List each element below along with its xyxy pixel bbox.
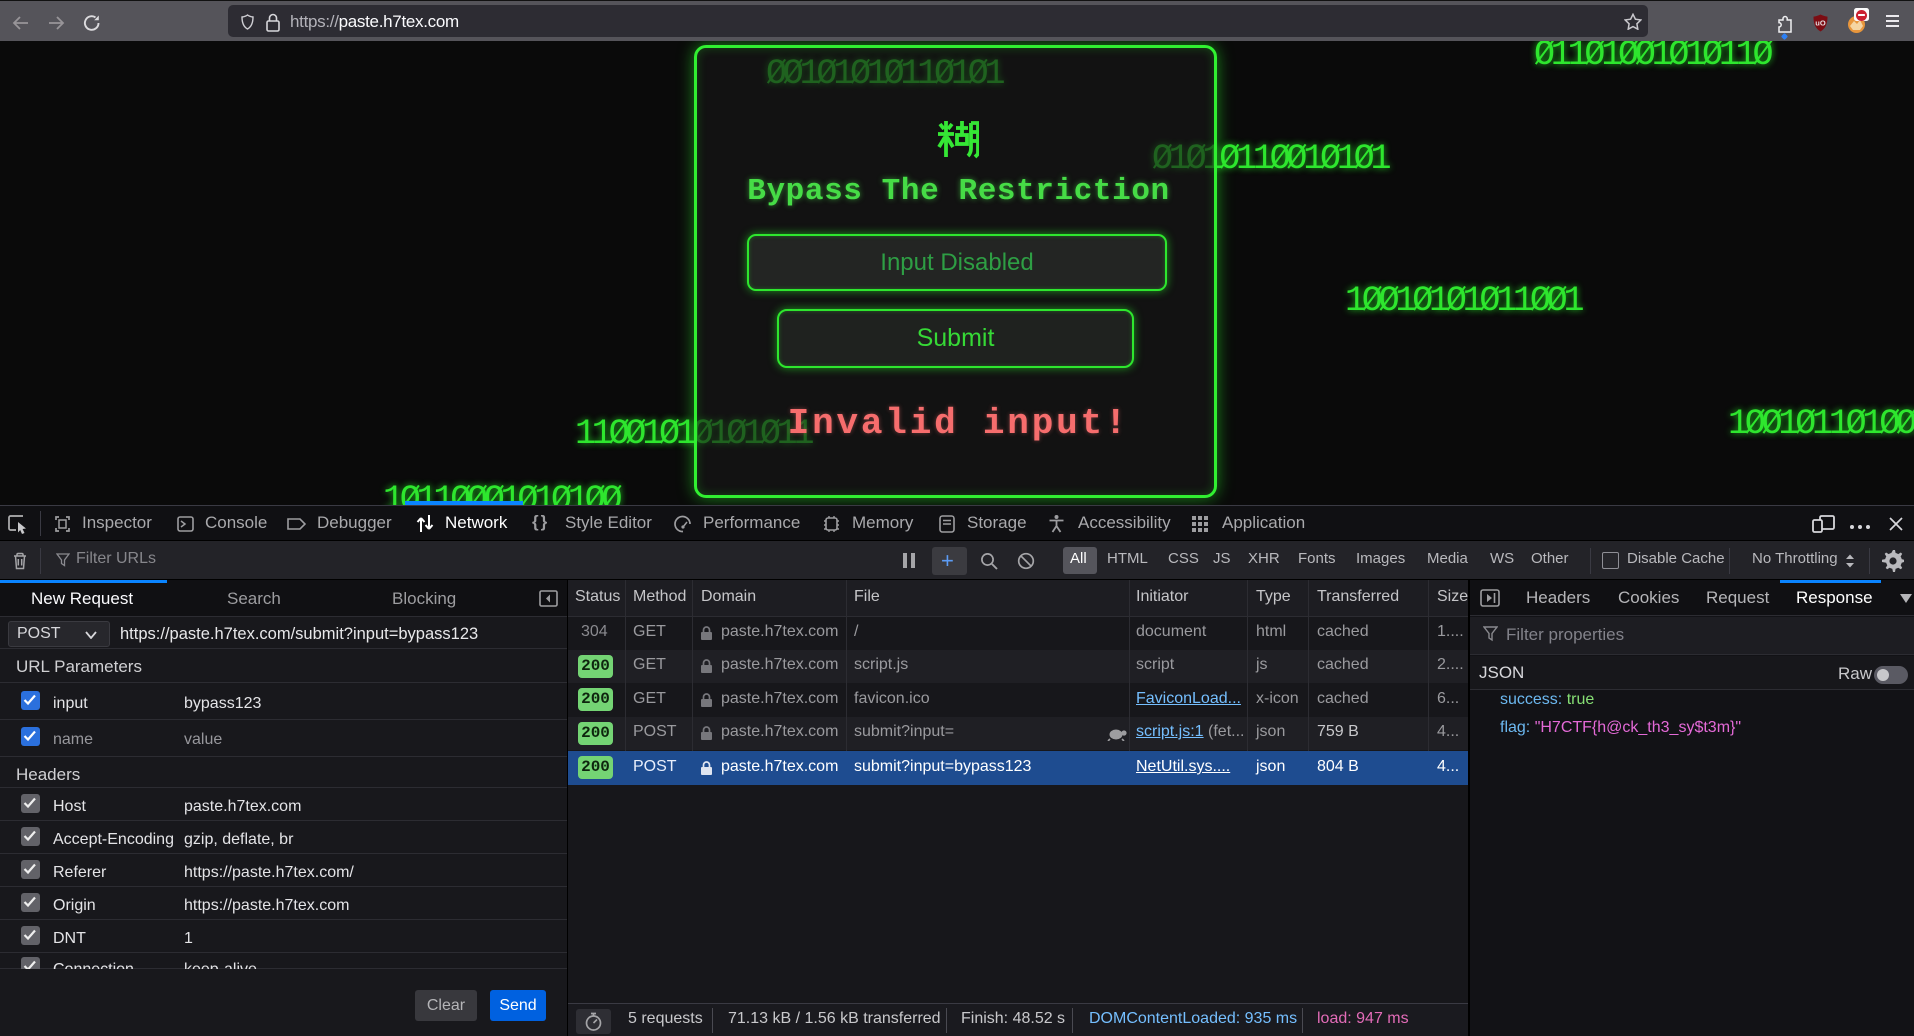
- svg-text:uO: uO: [1815, 19, 1826, 28]
